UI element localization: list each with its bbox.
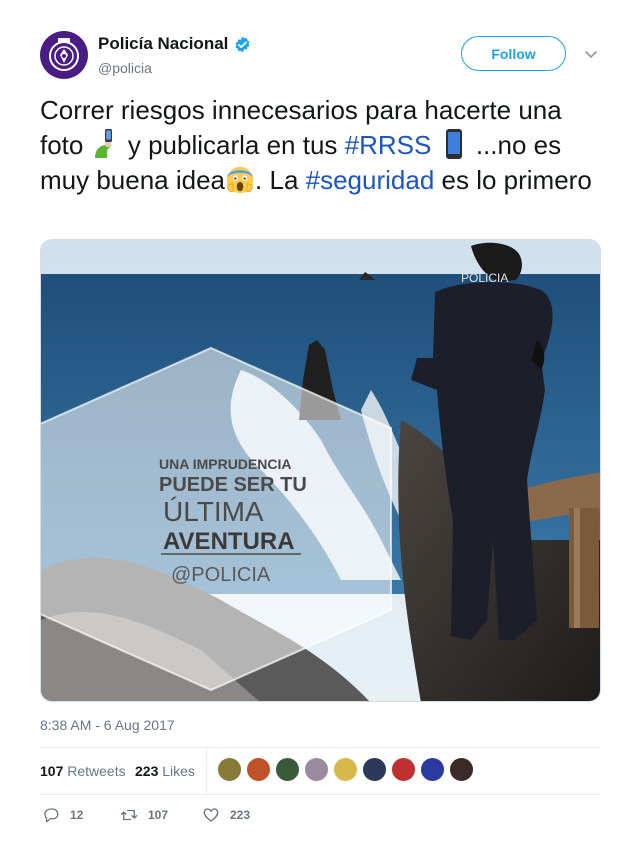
chevron-down-icon[interactable] (584, 47, 598, 61)
screaming-face-emoji-icon (226, 166, 254, 194)
verified-badge-icon (234, 36, 251, 53)
author-names: Policía Nacional @policia (98, 34, 251, 76)
tweet-header: Policía Nacional @policia Follow (40, 31, 600, 83)
reply-icon (44, 808, 59, 823)
selfie-phone-emoji-icon (94, 129, 112, 158)
retweets-label: Retweets (67, 763, 126, 779)
uniform-text: POLICIA (461, 271, 508, 285)
likes-stat[interactable]: 223 Likes (135, 763, 195, 779)
author-display-name[interactable]: Policía Nacional (98, 34, 251, 54)
mobile-phone-emoji-icon (445, 129, 462, 159)
like-count: 223 (230, 808, 251, 822)
overlay-line-4: AVENTURA (163, 528, 295, 555)
heart-icon (203, 808, 219, 822)
tweet-timestamp[interactable]: 8:38 AM - 6 Aug 2017 (40, 717, 175, 733)
tweet-text: Correr riesgos innecesarios para hacerte… (40, 93, 610, 198)
hashtag-link[interactable]: #RRSS (345, 130, 432, 160)
retweets-count: 107 (40, 763, 64, 779)
liker-avatar[interactable] (333, 757, 358, 782)
liker-avatar[interactable] (420, 757, 445, 782)
likes-count: 223 (135, 763, 159, 779)
retweet-button[interactable]: 107 (120, 806, 168, 824)
overlay-line-1: UNA IMPRUDENCIA (159, 456, 291, 472)
like-button[interactable]: 223 (202, 806, 250, 824)
liker-avatar[interactable] (304, 757, 329, 782)
tweet-text-part: y publicarla en tus (127, 130, 345, 160)
author-handle[interactable]: @policia (98, 60, 251, 76)
tweet-photo[interactable]: POLICIA UNA IMPRUDENCIA PUEDE SER TU ÚLT… (40, 239, 601, 702)
liker-avatar[interactable] (217, 757, 242, 782)
police-badge-icon (49, 38, 79, 71)
overlay-line-3: ÚLTIMA (163, 496, 264, 527)
reply-button[interactable]: 12 (42, 806, 83, 824)
tweet-text-part: es lo primero (434, 165, 592, 195)
engagement-stats: 107 Retweets 223 Likes (40, 747, 600, 795)
photo-illustration: POLICIA UNA IMPRUDENCIA PUEDE SER TU ÚLT… (41, 240, 600, 701)
likes-label: Likes (162, 763, 195, 779)
retweet-count: 107 (148, 808, 169, 822)
liker-avatars (217, 757, 474, 785)
display-name-text: Policía Nacional (98, 34, 229, 53)
follow-button[interactable]: Follow (461, 36, 566, 71)
liker-avatar[interactable] (246, 757, 271, 782)
liker-avatar[interactable] (275, 757, 300, 782)
liker-avatar[interactable] (449, 757, 474, 782)
overlay-line-2: PUEDE SER TU (159, 474, 307, 496)
overlay-line-5: @POLICIA (171, 564, 271, 586)
liker-avatar[interactable] (391, 757, 416, 782)
avatar[interactable] (40, 31, 88, 79)
liker-avatar[interactable] (362, 757, 387, 782)
tweet-text-part: . La (255, 165, 306, 195)
retweet-icon (120, 809, 138, 821)
retweets-stat[interactable]: 107 Retweets (40, 763, 126, 779)
tweet-actions: 12 107 223 (40, 806, 600, 828)
divider (206, 748, 207, 795)
reply-count: 12 (70, 808, 84, 822)
hashtag-link[interactable]: #seguridad (306, 165, 435, 195)
